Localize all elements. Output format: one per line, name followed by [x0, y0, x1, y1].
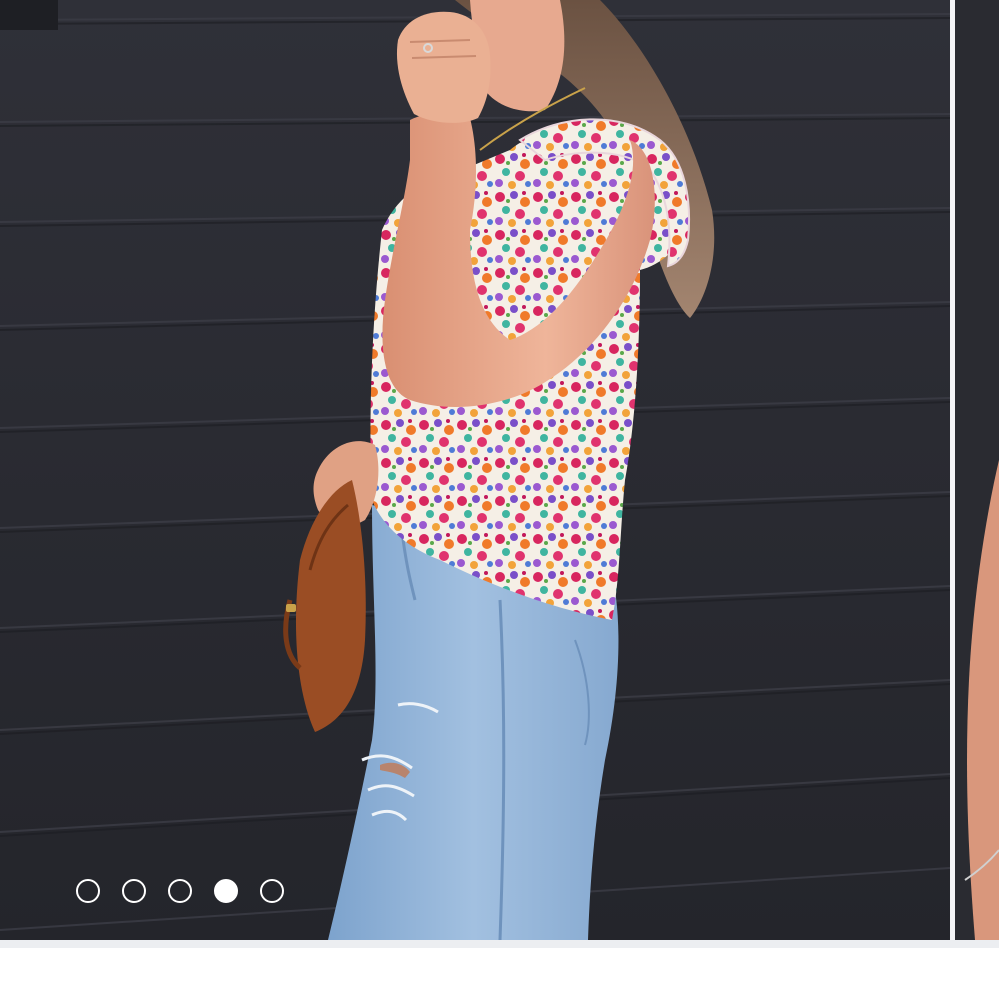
product-photo: [0, 0, 950, 940]
carousel-dot-4[interactable]: [214, 879, 238, 903]
next-product-photo: [955, 0, 999, 940]
product-page: [0, 0, 999, 1000]
image-carousel[interactable]: [0, 0, 999, 940]
carousel-slide-next-peek[interactable]: [955, 0, 999, 940]
carousel-slide-current[interactable]: [0, 0, 950, 940]
carousel-dot-1[interactable]: [76, 879, 100, 903]
below-carousel-area: [0, 940, 999, 1000]
carousel-dot-2[interactable]: [122, 879, 146, 903]
carousel-dot-5[interactable]: [260, 879, 284, 903]
carousel-dot-3[interactable]: [168, 879, 192, 903]
corner-tab: [0, 0, 58, 30]
carousel-pagination: [76, 876, 284, 906]
